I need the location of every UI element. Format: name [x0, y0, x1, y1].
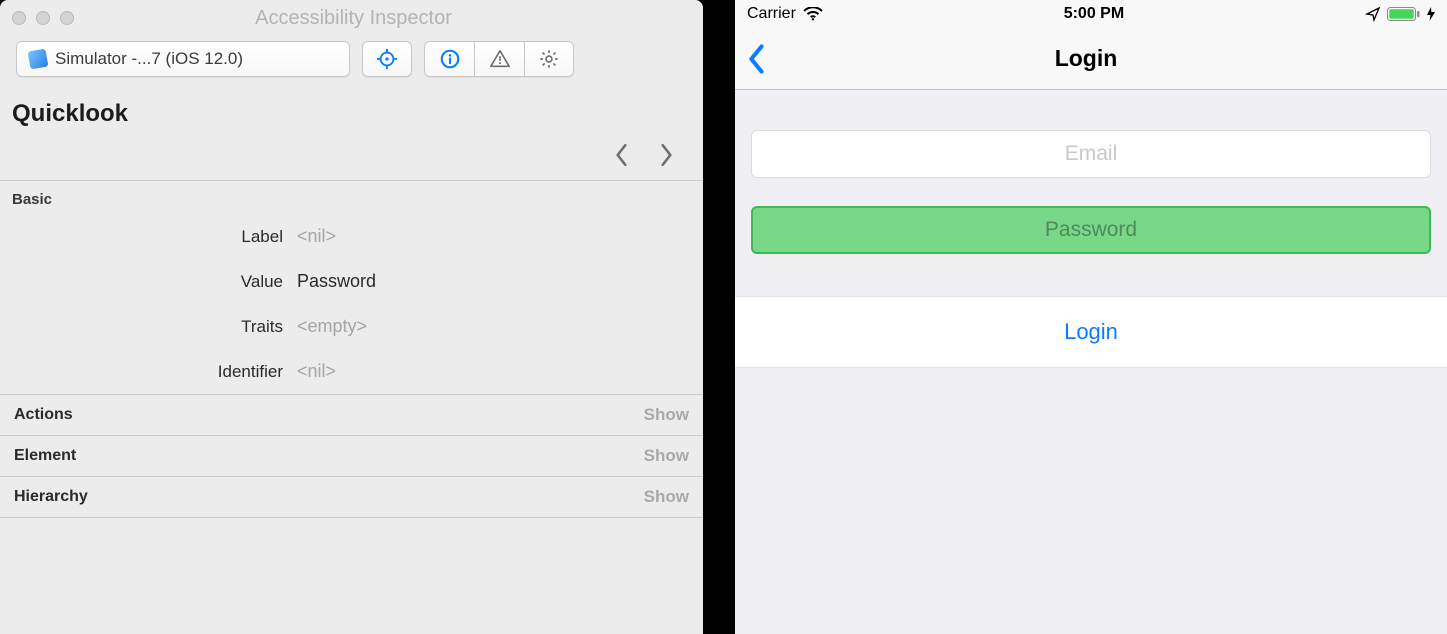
- prop-row-label: Label <nil>: [0, 214, 703, 259]
- element-section[interactable]: Element Show: [0, 436, 703, 477]
- prop-key: Identifier: [12, 362, 297, 382]
- actions-show-toggle[interactable]: Show: [644, 405, 689, 425]
- prop-value-label: <nil>: [297, 226, 336, 247]
- target-selector-label: Simulator -...7 (iOS 12.0): [55, 49, 337, 69]
- ios-simulator-screen: Carrier 5:00 PM Login Email Password Log…: [735, 0, 1447, 634]
- window-titlebar: Accessibility Inspector: [0, 0, 703, 36]
- status-time: 5:00 PM: [823, 5, 1365, 23]
- battery-icon: [1387, 7, 1421, 21]
- warning-icon: [489, 48, 511, 70]
- hierarchy-section[interactable]: Hierarchy Show: [0, 477, 703, 518]
- audit-tab[interactable]: [474, 41, 524, 77]
- element-show-toggle[interactable]: Show: [644, 446, 689, 466]
- nav-title: Login: [737, 45, 1435, 72]
- gap: [703, 0, 735, 634]
- window-title: Accessibility Inspector: [74, 7, 633, 30]
- wifi-icon: [803, 7, 823, 21]
- login-button-row: Login: [735, 296, 1447, 368]
- nav-bar: Login: [735, 28, 1447, 90]
- element-nav: [0, 138, 703, 180]
- chevron-left-icon: [613, 142, 631, 168]
- prop-key: Label: [12, 227, 297, 247]
- actions-section[interactable]: Actions Show: [0, 394, 703, 436]
- chevron-right-icon: [657, 142, 675, 168]
- previous-element-button[interactable]: [613, 142, 631, 168]
- inspection-tab[interactable]: [424, 41, 474, 77]
- prop-value-value: Password: [297, 271, 376, 292]
- basic-section-header: Basic: [0, 181, 703, 214]
- minimize-window-icon[interactable]: [36, 11, 50, 25]
- prop-key: Value: [12, 272, 297, 292]
- prop-row-traits: Traits <empty>: [0, 304, 703, 349]
- prop-key: Traits: [12, 317, 297, 337]
- hierarchy-header: Hierarchy: [14, 488, 88, 506]
- prop-value-identifier: <nil>: [297, 361, 336, 382]
- prop-row-value: Value Password: [0, 259, 703, 304]
- accessibility-inspector-window: Accessibility Inspector Simulator -...7 …: [0, 0, 703, 634]
- settings-tab[interactable]: [524, 41, 574, 77]
- mode-group: [424, 41, 574, 77]
- quicklook-heading: Quicklook: [0, 86, 703, 138]
- charging-icon: [1427, 7, 1435, 21]
- prop-row-identifier: Identifier <nil>: [0, 349, 703, 394]
- hierarchy-show-toggle[interactable]: Show: [644, 487, 689, 507]
- traffic-lights[interactable]: [12, 11, 74, 25]
- zoom-window-icon[interactable]: [60, 11, 74, 25]
- login-button[interactable]: Login: [1064, 319, 1118, 345]
- target-selector[interactable]: Simulator -...7 (iOS 12.0): [16, 41, 350, 77]
- password-field[interactable]: Password: [751, 206, 1431, 254]
- login-form: Email Password: [735, 90, 1447, 282]
- next-element-button[interactable]: [657, 142, 675, 168]
- location-icon: [1365, 6, 1381, 22]
- password-placeholder: Password: [1045, 218, 1137, 242]
- point-inspect-button[interactable]: [362, 41, 412, 77]
- inspector-toolbar: Simulator -...7 (iOS 12.0): [0, 36, 703, 86]
- prop-value-traits: <empty>: [297, 316, 367, 337]
- element-header: Element: [14, 447, 76, 465]
- status-bar: Carrier 5:00 PM: [735, 0, 1447, 28]
- email-placeholder: Email: [1065, 142, 1118, 166]
- simulator-icon: [28, 49, 49, 70]
- crosshair-icon: [376, 48, 398, 70]
- info-icon: [439, 48, 461, 70]
- email-field[interactable]: Email: [751, 130, 1431, 178]
- carrier-label: Carrier: [747, 5, 796, 23]
- close-window-icon[interactable]: [12, 11, 26, 25]
- gear-icon: [538, 48, 560, 70]
- actions-header: Actions: [14, 406, 73, 424]
